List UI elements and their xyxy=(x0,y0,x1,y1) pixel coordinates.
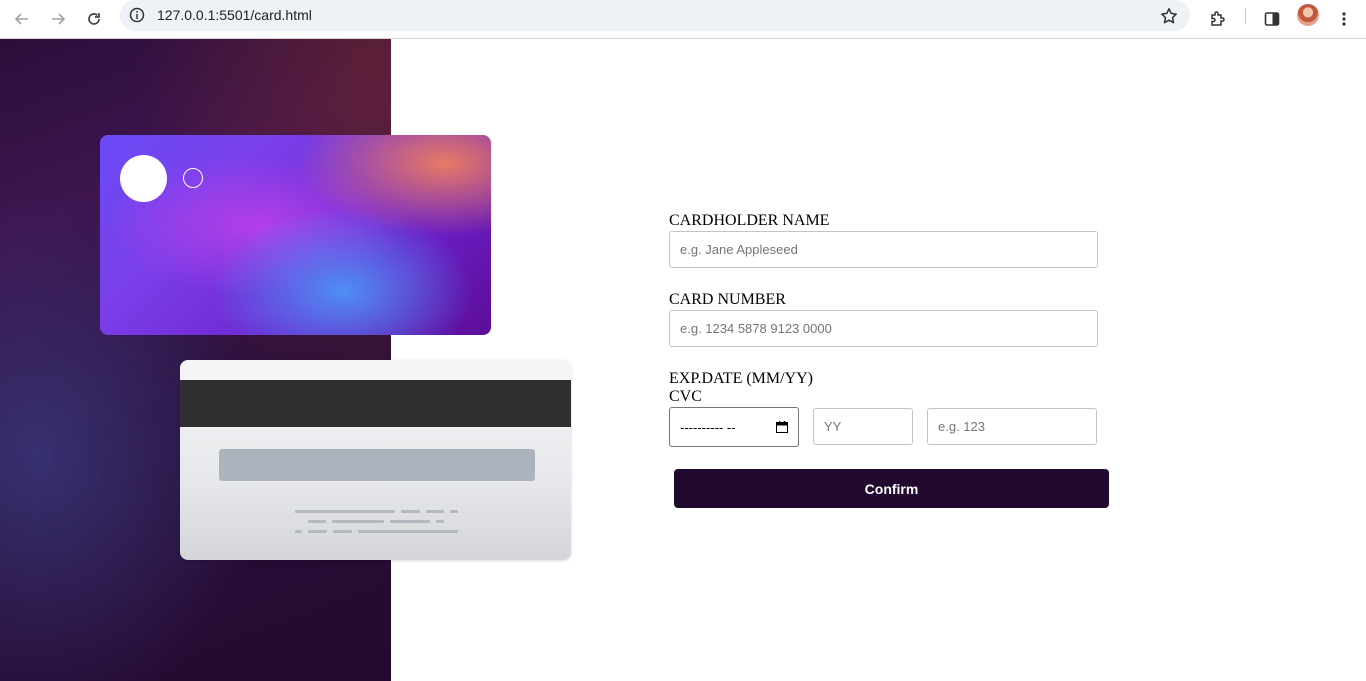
card-front xyxy=(100,135,491,335)
reload-icon xyxy=(88,13,100,25)
card-number-input[interactable]: e.g. 1234 5878 9123 0000 xyxy=(669,310,1098,347)
exp-year-input[interactable]: YY xyxy=(813,408,913,445)
exp-date-label: EXP.DATE (MM/YY) xyxy=(669,370,813,387)
info-icon[interactable] xyxy=(129,7,145,28)
magnetic-stripe xyxy=(180,380,571,427)
forward-button[interactable] xyxy=(44,5,72,33)
card-logo-filled-circle xyxy=(120,155,167,202)
cardholder-name-input[interactable]: e.g. Jane Appleseed xyxy=(669,231,1098,268)
star-icon[interactable] xyxy=(1160,7,1178,30)
confirm-button[interactable]: Confirm xyxy=(674,469,1109,508)
back-button[interactable] xyxy=(8,5,36,33)
menu-button[interactable] xyxy=(1330,5,1358,33)
profile-avatar[interactable] xyxy=(1297,4,1319,26)
kebab-menu-icon xyxy=(1342,12,1346,26)
card-back xyxy=(180,360,571,560)
cvc-input[interactable]: e.g. 123 xyxy=(927,408,1097,445)
date-input-value: ---------- -- xyxy=(680,419,736,435)
side-panel-icon xyxy=(1264,12,1280,26)
exp-month-date-input[interactable]: ---------- -- xyxy=(669,407,799,447)
address-bar[interactable]: 127.0.0.1:5501/card.html xyxy=(120,0,1190,31)
cardholder-name-label: CARDHOLDER NAME xyxy=(669,212,830,229)
card-number-label: CARD NUMBER xyxy=(669,291,786,308)
url-text: 127.0.0.1:5501/card.html xyxy=(157,7,312,23)
reload-button[interactable] xyxy=(80,5,108,33)
card-logo-outline-circle xyxy=(183,168,203,188)
signature-strip xyxy=(219,449,535,481)
cvc-label: CVC xyxy=(669,388,702,405)
extensions-button[interactable] xyxy=(1204,5,1232,33)
puzzle-icon xyxy=(1211,11,1225,26)
arrow-left-icon xyxy=(14,13,28,25)
toolbar-separator xyxy=(1245,8,1246,24)
side-panel-button[interactable] xyxy=(1258,5,1286,33)
browser-toolbar: 127.0.0.1:5501/card.html xyxy=(0,0,1366,39)
arrow-right-icon xyxy=(52,13,66,25)
calendar-icon[interactable] xyxy=(776,421,788,433)
